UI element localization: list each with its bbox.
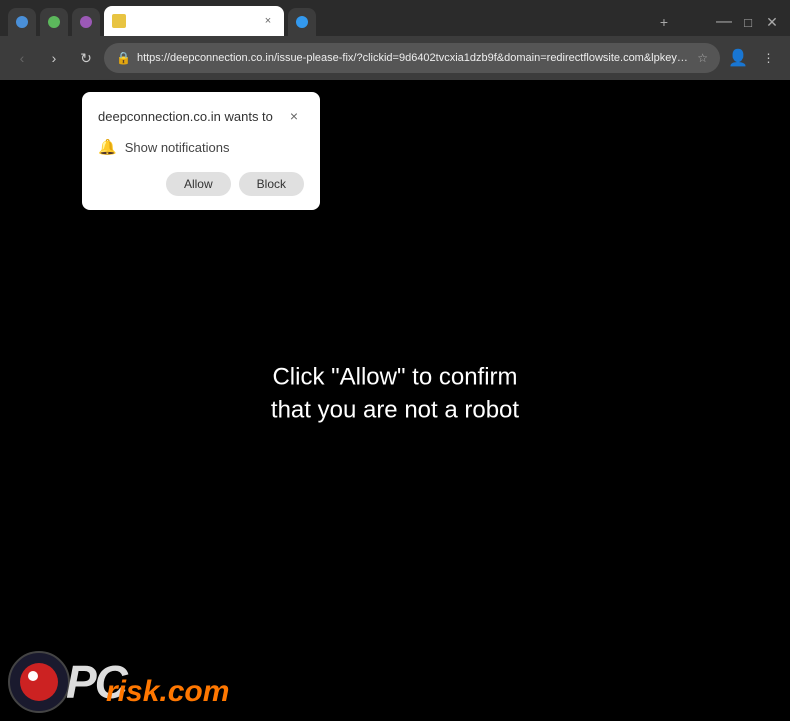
tab-bar-controls: + — □ ✕: [654, 12, 782, 36]
new-tab-button[interactable]: +: [654, 12, 674, 32]
back-button[interactable]: ‹: [8, 44, 36, 72]
refresh-icon: ↻: [80, 50, 92, 67]
bookmark-icon[interactable]: ☆: [697, 51, 708, 65]
close-window-button[interactable]: ✕: [762, 12, 782, 32]
tab-favicon-1: [16, 16, 28, 28]
tab-inactive-2[interactable]: [40, 8, 68, 36]
tab-favicon-2: [48, 16, 60, 28]
browser-content: deepconnection.co.in wants to × 🔔 Show n…: [0, 80, 790, 721]
bell-icon: 🔔: [98, 138, 117, 156]
forward-icon: ›: [52, 50, 57, 66]
block-button[interactable]: Block: [239, 172, 304, 196]
profile-button[interactable]: 👤: [724, 44, 752, 72]
profile-icon: 👤: [728, 48, 748, 68]
main-text-line2: that you are not a robot: [235, 394, 555, 428]
refresh-button[interactable]: ↻: [72, 44, 100, 72]
tab-close-button[interactable]: ×: [260, 13, 276, 29]
notification-popup: deepconnection.co.in wants to × 🔔 Show n…: [82, 92, 320, 210]
tab-favicon-active: [112, 14, 126, 28]
forward-button[interactable]: ›: [40, 44, 68, 72]
main-text-line1: Click "Allow" to confirm: [235, 360, 555, 394]
nav-bar: ‹ › ↻ 🔒 https://deepconnection.co.in/iss…: [0, 36, 790, 80]
main-page-text: Click "Allow" to confirm that you are no…: [235, 360, 555, 427]
show-notifications-text: Show notifications: [125, 140, 230, 155]
pcrisk-logo: PC risk.com: [8, 651, 126, 713]
tab-favicon-5: [296, 16, 308, 28]
pcrisk-text: PC risk.com: [66, 659, 126, 705]
popup-header: deepconnection.co.in wants to ×: [98, 106, 304, 126]
menu-button[interactable]: ⋮: [754, 44, 782, 72]
pcrisk-icon-circle: [20, 663, 58, 701]
tab-inactive-3[interactable]: [72, 8, 100, 36]
address-bar[interactable]: 🔒 https://deepconnection.co.in/issue-ple…: [104, 43, 720, 73]
tab-inactive-5[interactable]: [288, 8, 316, 36]
menu-icon: ⋮: [763, 51, 774, 65]
nav-right-icons: 👤 ⋮: [724, 44, 782, 72]
minimize-button[interactable]: —: [714, 12, 734, 32]
back-icon: ‹: [20, 50, 25, 66]
pcrisk-risk-text: risk.com: [106, 675, 229, 709]
popup-buttons: Allow Block: [98, 172, 304, 196]
popup-notification-row: 🔔 Show notifications: [98, 138, 304, 156]
popup-close-button[interactable]: ×: [284, 106, 304, 126]
popup-title: deepconnection.co.in wants to: [98, 109, 273, 124]
url-text: https://deepconnection.co.in/issue-pleas…: [137, 52, 691, 64]
tab-inactive-1[interactable]: [8, 8, 36, 36]
tab-bar: × + — □ ✕: [0, 0, 790, 36]
pcrisk-logo-icon: [8, 651, 70, 713]
tab-active[interactable]: ×: [104, 6, 284, 36]
secure-icon: 🔒: [116, 51, 131, 65]
browser-chrome: × + — □ ✕ ‹ › ↻ 🔒 https://deepconnection…: [0, 0, 790, 80]
tab-favicon-3: [80, 16, 92, 28]
restore-button[interactable]: □: [738, 12, 758, 32]
allow-button[interactable]: Allow: [166, 172, 231, 196]
